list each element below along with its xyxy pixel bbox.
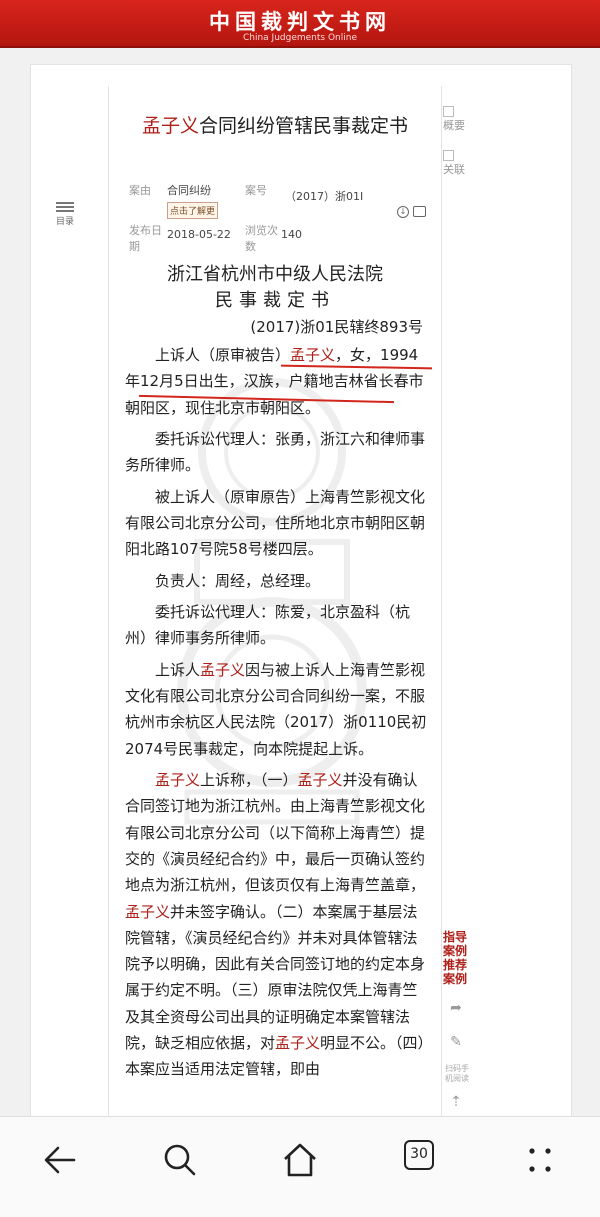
back-to-top-icon[interactable]: ⇡: [447, 1094, 465, 1112]
paragraph-text: 上诉人（原审被告）: [155, 346, 291, 364]
body-paragraph: 上诉人孟子义因与被上诉人上海青竺影视文化有限公司北京分公司合同纠纷一案，不服杭州…: [125, 657, 427, 762]
party-name-highlight: 孟子义: [297, 771, 343, 790]
court-name: 浙江省杭州市中级人民法院: [167, 264, 383, 285]
guide-line: 案例: [443, 944, 468, 958]
title-party-name: 孟子义: [141, 115, 199, 137]
body-paragraph: 委托诉讼代理人：张勇，浙江六和律师事务所律师。: [125, 426, 427, 479]
site-title: 中国裁判文书网: [209, 9, 391, 34]
case-no-label: 案号: [245, 184, 267, 197]
party-name-highlight: 孟子义: [200, 660, 246, 679]
case-reason-label: 案由: [129, 184, 151, 197]
party-name-highlight: 孟子义: [155, 771, 201, 790]
guide-line: 指导: [443, 930, 468, 944]
party-name-highlight: 孟子义: [275, 1033, 321, 1052]
case-number: (2017)浙01民辖终893号: [250, 318, 423, 336]
document-panel: 孟子义合同纠纷管辖民事裁定书 案由 合同纠纷 点击了解更 案号 （2017）浙0…: [108, 86, 442, 1116]
list-icon: [56, 202, 76, 212]
summary-link[interactable]: 概要: [443, 106, 465, 132]
share-icon[interactable]: ➦: [447, 1000, 465, 1018]
body-paragraph: 上诉人（原审被告）孟子义，女，1994年12月5日出生，汉族，户籍地吉林省长春市…: [125, 342, 427, 421]
scan-text: 扫码手机阅读: [445, 1064, 469, 1083]
explain-button[interactable]: 点击了解更: [167, 202, 219, 219]
body-paragraph: 负责人：周经，总经理。: [125, 568, 427, 594]
paragraph-text: 上诉称，（一）: [200, 771, 298, 790]
case-no-value: （2017）浙01Ⅰ: [285, 190, 364, 203]
summary-icon: [443, 106, 454, 117]
document-type: 民事裁定书: [215, 290, 335, 311]
body-paragraph: 被上诉人（原审原告）上海青竺影视文化有限公司北京分公司，住所地北京市朝阳区朝阳北…: [125, 484, 427, 563]
body-paragraph: 委托诉讼代理人：陈爱，北京盈科（杭州）律师事务所律师。: [125, 599, 427, 652]
summary-label: 概要: [443, 119, 465, 132]
paragraph-text: 上诉人: [155, 660, 201, 679]
paragraph-text: 委托诉讼代理人：陈爱，北京盈科（杭州）律师事务所律师。: [125, 603, 411, 648]
edit-icon[interactable]: ✎: [447, 1034, 465, 1052]
search-icon[interactable]: [160, 1140, 200, 1180]
site-subtitle: China Judgements Online: [242, 33, 357, 43]
related-label: 关联: [443, 163, 465, 176]
views-label: 浏览次数: [245, 224, 278, 253]
site-banner: 中国裁判文书网 China Judgements Online: [0, 0, 600, 48]
related-link[interactable]: 关联: [443, 150, 465, 176]
paragraph-text: 并未签字确认。（二）本案属于基层法院管辖，《演员经纪合约》并未对具体管辖法院予以…: [125, 902, 426, 1052]
download-icon[interactable]: ↓: [397, 206, 409, 218]
document-title: 孟子义合同纠纷管辖民事裁定书: [109, 111, 441, 138]
tabs-count-button[interactable]: 30: [404, 1140, 434, 1170]
paragraph-text: 负责人：周经，总经理。: [155, 571, 321, 590]
print-icon[interactable]: [413, 206, 426, 217]
body-paragraph: 孟子义上诉称，（一）孟子义并没有确认合同签订地为浙江杭州。由上海青竺影视文化有限…: [125, 767, 427, 1083]
toc-label: 目录: [56, 217, 75, 227]
back-arrow-icon[interactable]: [40, 1140, 80, 1180]
menu-dots-icon[interactable]: [520, 1140, 560, 1180]
guide-line: 推荐: [443, 958, 468, 972]
title-rest: 合同纠纷管辖民事裁定书: [199, 115, 409, 137]
home-icon[interactable]: [280, 1140, 320, 1180]
publish-date-value: 2018-05-22: [167, 228, 231, 241]
case-reason-value: 合同纠纷: [167, 184, 211, 197]
related-icon: [443, 150, 454, 161]
paragraph-text: 被上诉人（原审原告）上海青竺影视文化有限公司北京分公司，住所地北京市朝阳区朝阳北…: [125, 487, 426, 559]
paragraph-text: 委托诉讼代理人：张勇，浙江六和律师事务所律师。: [125, 429, 426, 475]
publish-date-label: 发布日期: [129, 224, 162, 253]
views-value: 140: [281, 228, 302, 241]
toc-button[interactable]: 目录: [56, 200, 76, 227]
guide-case-link[interactable]: 指导 案例 推荐 案例: [443, 930, 469, 986]
paragraph-text: 并没有确认合同签订地为浙江杭州。由上海青竺影视文化有限公司北京分公司（以下简称上…: [125, 771, 426, 895]
party-name-highlight: 孟子义: [290, 346, 336, 364]
party-name-highlight: 孟子义: [125, 902, 171, 921]
document-body: 上诉人（原审被告）孟子义，女，1994年12月5日出生，汉族，户籍地吉林省长春市…: [125, 342, 427, 1088]
guide-line: 案例: [443, 972, 468, 986]
